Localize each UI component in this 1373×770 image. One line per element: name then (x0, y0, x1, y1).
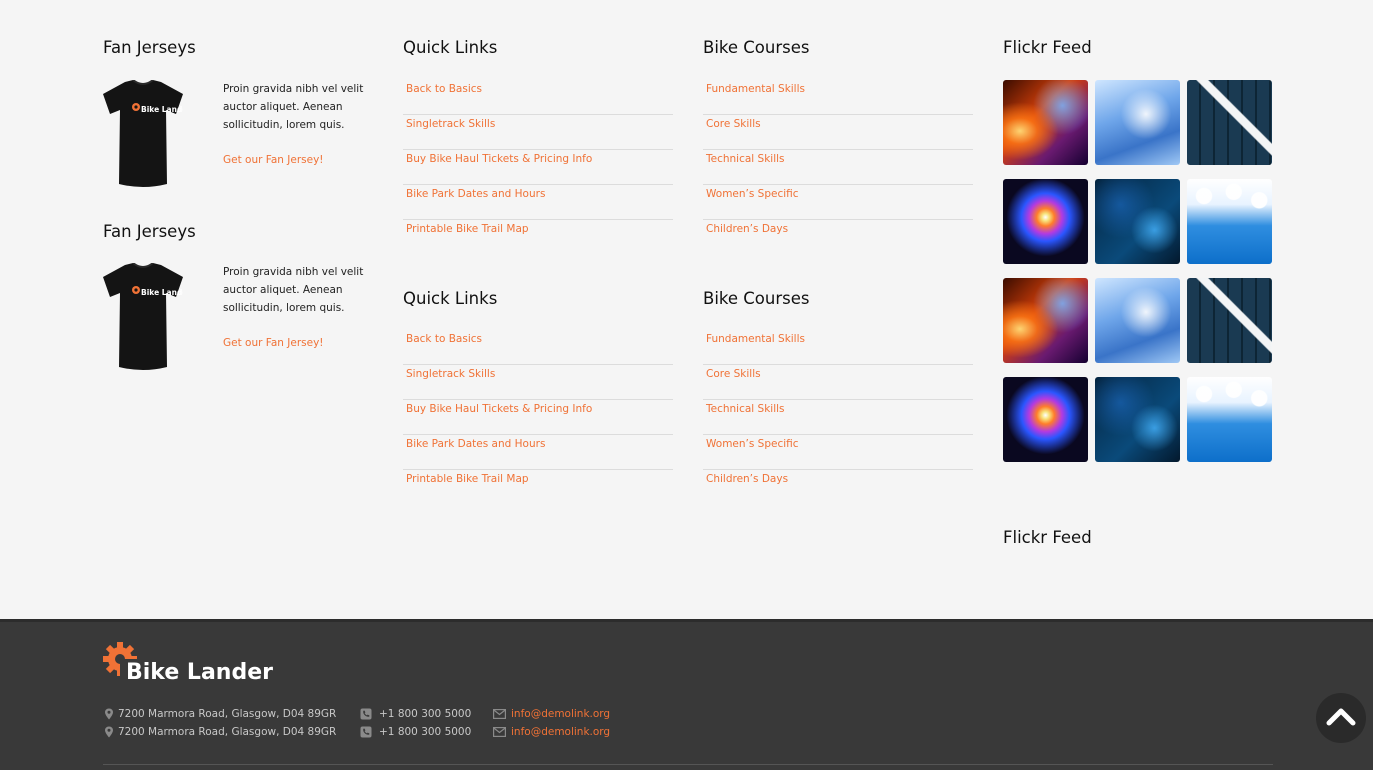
flickr-feed-title: Flickr Feed (1003, 38, 1092, 57)
list-item: Back to Basics (403, 330, 673, 365)
phone-text: +1 800 300 5000 (379, 726, 472, 738)
list-item: Printable Bike Trail Map (403, 220, 673, 255)
map-marker-icon (105, 708, 113, 720)
back-to-top-button[interactable] (1316, 693, 1366, 743)
list-item: Buy Bike Haul Tickets & Pricing Info (403, 150, 673, 185)
list-item: Printable Bike Trail Map (403, 470, 673, 505)
list-item: Children’s Days (703, 220, 973, 255)
list-item: Women’s Specific (703, 185, 973, 220)
jersey-description: Proin gravida nibh vel velit auctor aliq… (223, 83, 364, 131)
flickr-thumbnail[interactable] (1003, 179, 1088, 264)
quick-links-title: Quick Links (403, 289, 498, 308)
list-item: Bike Park Dates and Hours (403, 185, 673, 220)
fan-jerseys-title: Fan Jerseys (103, 38, 196, 57)
list-item: Fundamental Skills (703, 330, 973, 365)
get-jersey-link[interactable]: Get our Fan Jersey! (223, 154, 324, 166)
phone-icon (360, 708, 372, 720)
link-womens-specific[interactable]: Women’s Specific (703, 435, 973, 453)
link-core-skills[interactable]: Core Skills (703, 115, 973, 133)
link-technical-skills[interactable]: Technical Skills (703, 150, 973, 168)
jersey-description: Proin gravida nibh vel velit auctor aliq… (223, 266, 364, 314)
list-item: Core Skills (703, 115, 973, 150)
list-item: Singletrack Skills (403, 365, 673, 400)
get-jersey-link[interactable]: Get our Fan Jersey! (223, 337, 324, 349)
link-trail-map[interactable]: Printable Bike Trail Map (403, 470, 673, 488)
flickr-thumbnail[interactable] (1187, 179, 1272, 264)
link-fundamental-skills[interactable]: Fundamental Skills (703, 330, 973, 348)
jersey-promo: Bike Lander Proin gravida nibh vel velit… (103, 263, 373, 373)
brand-logo[interactable]: Bike Lander (103, 642, 303, 686)
quick-links-list: Back to Basics Singletrack Skills Buy Bi… (403, 330, 673, 505)
link-trail-map[interactable]: Printable Bike Trail Map (403, 220, 673, 238)
contact-row: 7200 Marmora Road, Glasgow, D04 89GR +1 … (103, 705, 663, 723)
flickr-thumbnail[interactable] (1095, 278, 1180, 363)
link-singletrack-skills[interactable]: Singletrack Skills (403, 115, 673, 133)
shirt-logo-text: Bike Lander (141, 288, 183, 297)
phone-text: +1 800 300 5000 (379, 708, 472, 720)
flickr-thumbnail[interactable] (1187, 278, 1272, 363)
link-bike-park-dates[interactable]: Bike Park Dates and Hours (403, 185, 673, 203)
address-text: 7200 Marmora Road, Glasgow, D04 89GR (118, 708, 337, 720)
link-womens-specific[interactable]: Women’s Specific (703, 185, 973, 203)
email-link[interactable]: info@demolink.org (511, 723, 610, 741)
list-item: Back to Basics (403, 80, 673, 115)
flickr-thumbnail[interactable] (1003, 377, 1088, 462)
flickr-thumbnail[interactable] (1095, 80, 1180, 165)
address-text: 7200 Marmora Road, Glasgow, D04 89GR (118, 726, 337, 738)
map-marker-icon (105, 726, 113, 738)
link-core-skills[interactable]: Core Skills (703, 365, 973, 383)
link-technical-skills[interactable]: Technical Skills (703, 400, 973, 418)
jersey-promo: Bike Lander Proin gravida nibh vel velit… (103, 80, 373, 190)
bike-courses-title: Bike Courses (703, 289, 810, 308)
jersey-image[interactable]: Bike Lander (103, 263, 183, 373)
list-item: Technical Skills (703, 150, 973, 185)
list-item: Core Skills (703, 365, 973, 400)
list-item: Buy Bike Haul Tickets & Pricing Info (403, 400, 673, 435)
flickr-thumbnail[interactable] (1095, 377, 1180, 462)
link-fundamental-skills[interactable]: Fundamental Skills (703, 80, 973, 98)
flickr-thumbnail[interactable] (1187, 80, 1272, 165)
flickr-thumbnail[interactable] (1095, 179, 1180, 264)
list-item: Technical Skills (703, 400, 973, 435)
list-item: Fundamental Skills (703, 80, 973, 115)
link-bike-haul-tickets[interactable]: Buy Bike Haul Tickets & Pricing Info (403, 400, 673, 418)
jersey-image[interactable]: Bike Lander (103, 80, 183, 190)
footer-divider (103, 764, 1273, 765)
flickr-thumbnail[interactable] (1187, 377, 1272, 462)
list-item: Children’s Days (703, 470, 973, 505)
link-bike-park-dates[interactable]: Bike Park Dates and Hours (403, 435, 673, 453)
email-link[interactable]: info@demolink.org (511, 705, 610, 723)
envelope-icon (493, 727, 506, 737)
quick-links-title: Quick Links (403, 38, 498, 57)
phone-icon (360, 726, 372, 738)
link-back-to-basics[interactable]: Back to Basics (403, 80, 673, 98)
flickr-thumbnail[interactable] (1003, 80, 1088, 165)
link-back-to-basics[interactable]: Back to Basics (403, 330, 673, 348)
site-footer: Bike Lander 7200 Marmora Road, Glasgow, … (0, 619, 1373, 770)
fan-jerseys-title: Fan Jerseys (103, 222, 196, 241)
shirt-logo-text: Bike Lander (141, 105, 183, 114)
flickr-feed-title: Flickr Feed (1003, 528, 1092, 547)
bike-courses-list: Fundamental Skills Core Skills Technical… (703, 330, 973, 505)
list-item: Singletrack Skills (403, 115, 673, 150)
link-childrens-days[interactable]: Children’s Days (703, 220, 973, 238)
contact-row: 7200 Marmora Road, Glasgow, D04 89GR +1 … (103, 723, 663, 741)
envelope-icon (493, 709, 506, 719)
bike-courses-title: Bike Courses (703, 38, 810, 57)
footer-widgets: Fan Jerseys Bike Lander Proin gravida ni… (0, 0, 1373, 619)
link-singletrack-skills[interactable]: Singletrack Skills (403, 365, 673, 383)
flickr-thumbnail[interactable] (1003, 278, 1088, 363)
brand-name: Bike Lander (126, 660, 273, 685)
list-item: Bike Park Dates and Hours (403, 435, 673, 470)
quick-links-list: Back to Basics Singletrack Skills Buy Bi… (403, 80, 673, 255)
chevron-up-icon (1326, 708, 1356, 726)
link-childrens-days[interactable]: Children’s Days (703, 470, 973, 488)
bike-courses-list: Fundamental Skills Core Skills Technical… (703, 80, 973, 255)
list-item: Women’s Specific (703, 435, 973, 470)
link-bike-haul-tickets[interactable]: Buy Bike Haul Tickets & Pricing Info (403, 150, 673, 168)
